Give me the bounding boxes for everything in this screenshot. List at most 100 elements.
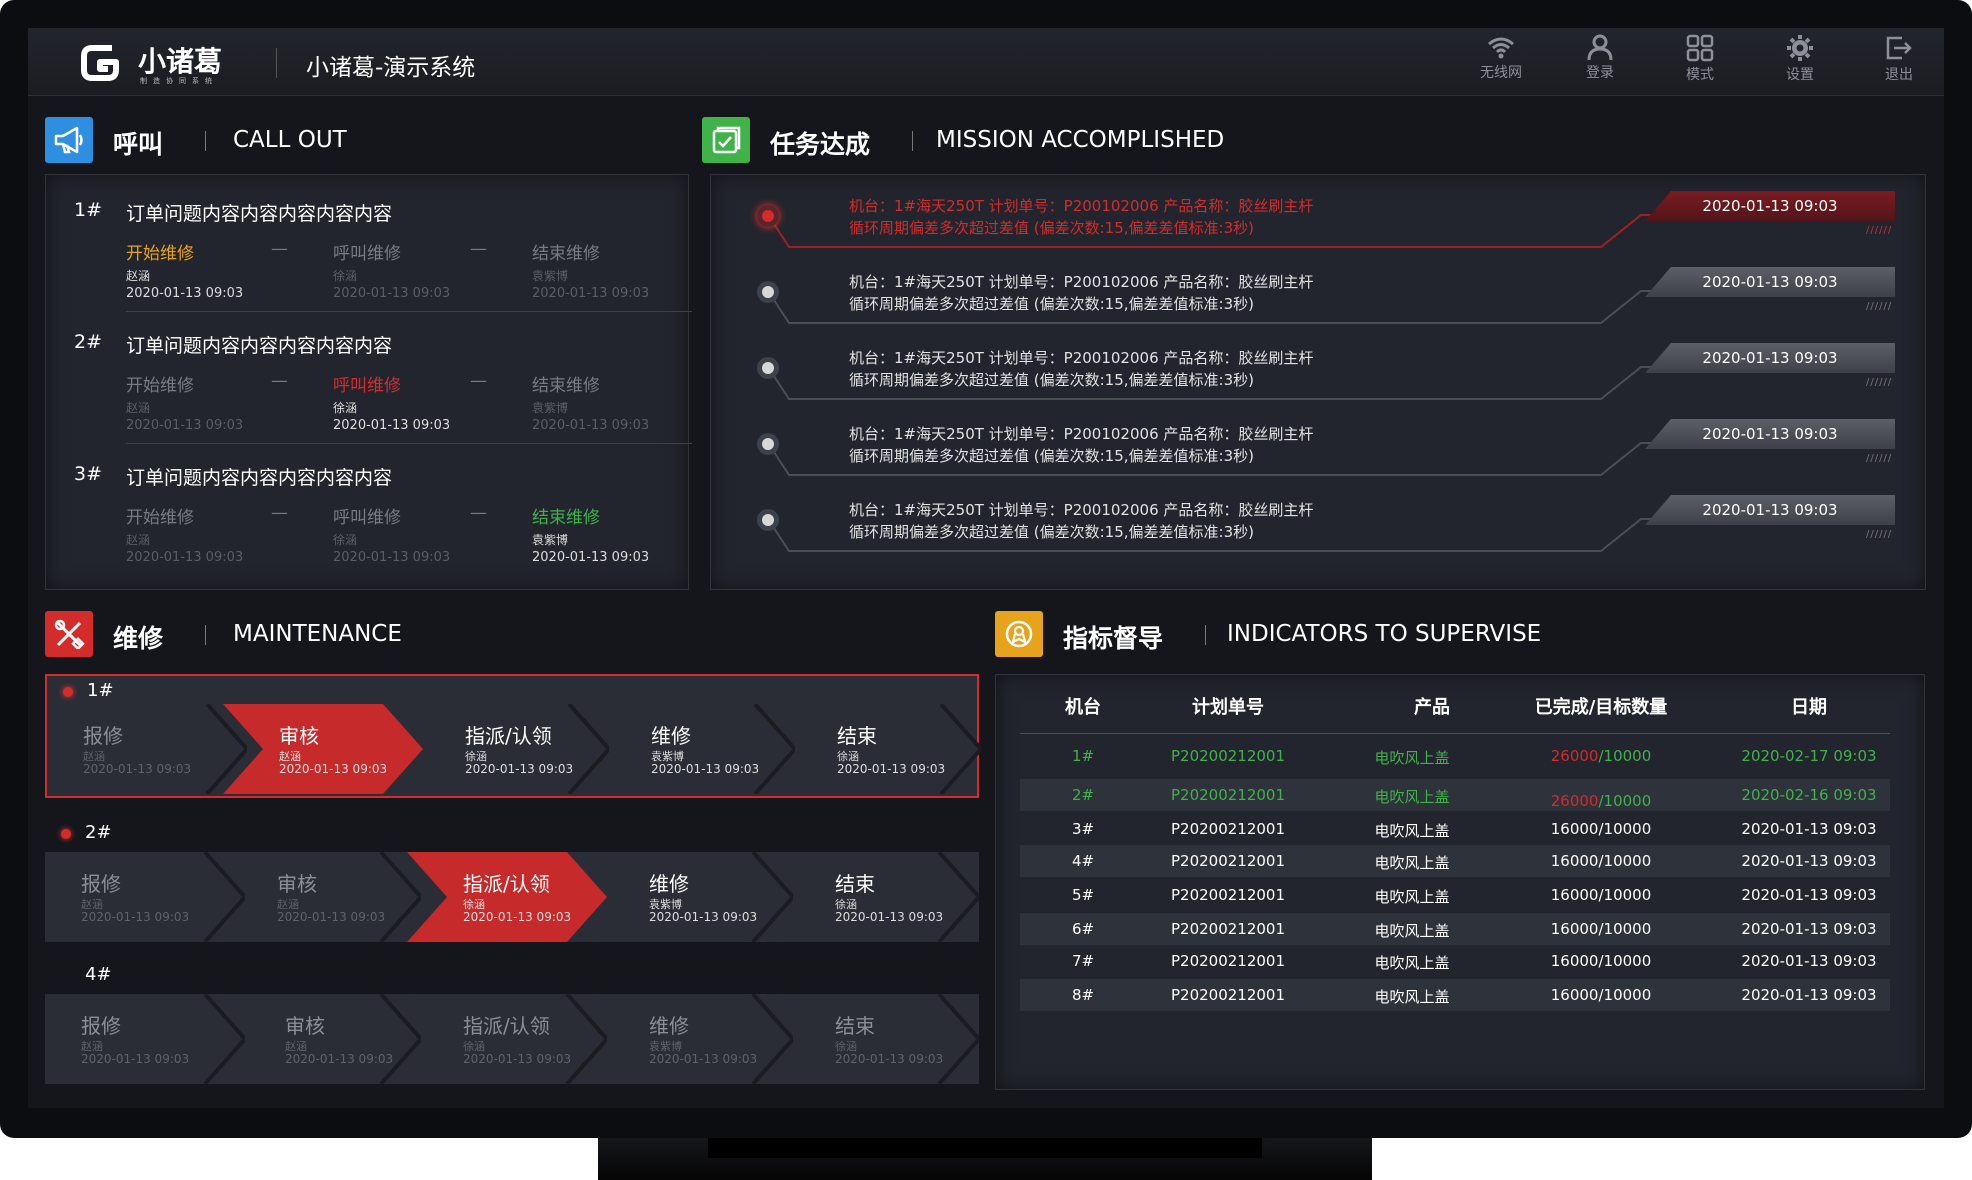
callout-item[interactable]: 1# 订单问题内容内容内容内容内容 开始维修 赵涵 2020-01-13 09:03 呼叫… — [46, 181, 692, 313]
mission-time-badge: 2020-01-13 09:03 — [1645, 495, 1895, 525]
maintenance-step: 审核 赵涵 2020-01-13 09:03 — [221, 852, 421, 942]
callout-divider — [126, 311, 692, 312]
table-row[interactable]: 4# P20200212001 电吹风上盖 16000/10000 2020-01-13… — [1020, 845, 1890, 877]
callout-step-time: 2020-01-13 09:03 — [333, 286, 451, 301]
callout-step-person: 袁紫博 — [532, 533, 569, 547]
mission-item[interactable]: 机台：1#海天250T 计划单号：P200102006 产品名称：胶丝刷主杆 循环… — [711, 489, 1921, 565]
callout-step: 结束维修 袁紫博 2020-01-13 09:03 — [532, 239, 712, 301]
quantity-target: /10000 — [1598, 820, 1652, 838]
maintenance-row[interactable]: 报修 赵涵 2020-01-13 09:03 审核 赵涵 2020-01-13 09:03… — [45, 852, 979, 942]
indicators-title-en: INDICATORS TO SUPERVISE — [1227, 621, 1542, 647]
mission-line2: 循环周期偏差多次超过差值 (偏差次数:15,偏差差值标准:3秒) — [849, 447, 1254, 465]
table-cell-date: 2020-01-13 09:03 — [1741, 852, 1877, 870]
maintenance-row-number: 4# — [85, 964, 112, 985]
mission-item[interactable]: 机台：1#海天250T 计划单号：P200102006 产品名称：胶丝刷主杆 循环… — [711, 337, 1921, 413]
table-cell-quantity: 16000/10000 — [1521, 820, 1681, 838]
mission-status-dot — [757, 281, 779, 303]
maintenance-step-time: 2020-01-13 09:03 — [835, 1052, 944, 1066]
maintenance-step-name: 报修 — [81, 1014, 121, 1038]
table-row[interactable]: 7# P20200212001 电吹风上盖 16000/10000 2020-01-13… — [1020, 945, 1890, 977]
logout-button[interactable]: 退出 — [1864, 34, 1934, 84]
maintenance-step-arrow — [221, 852, 421, 942]
maintenance-row[interactable]: 报修 赵涵 2020-01-13 09:03 审核 赵涵 2020-01-13 09:03… — [45, 704, 981, 798]
maintenance-row-label: 2# — [45, 818, 979, 848]
table-cell-machine: 5# — [1071, 886, 1095, 904]
maintenance-step: 维修 袁紫博 2020-01-13 09:03 — [593, 994, 793, 1084]
maintenance-step-arrow — [221, 994, 421, 1084]
maintenance-step-time: 2020-01-13 09:03 — [83, 762, 192, 776]
maintenance-step-name: 指派/认领 — [463, 872, 550, 896]
mission-item[interactable]: 机台：1#海天250T 计划单号：P200102006 产品名称：胶丝刷主杆 循环… — [711, 185, 1921, 261]
logout-icon — [1886, 36, 1912, 60]
mission-title-divider — [912, 131, 913, 151]
wifi-button[interactable]: 无线网 — [1466, 34, 1536, 82]
maintenance-step: 结束 徐涵 2020-01-13 09:03 — [779, 852, 979, 942]
callout-step-time: 2020-01-13 09:03 — [333, 550, 451, 565]
table-cell-quantity: 16000/10000 — [1521, 920, 1681, 938]
table-cell-product: 电吹风上盖 — [1374, 854, 1450, 872]
maintenance-step-name: 审核 — [285, 1014, 325, 1038]
maintenance-row[interactable]: 报修 赵涵 2020-01-13 09:03 审核 赵涵 2020-01-13 09:03… — [45, 994, 979, 1084]
table-cell-quantity: 26000/10000 — [1521, 747, 1681, 765]
maintenance-step: 审核 赵涵 2020-01-13 09:03 — [223, 704, 423, 794]
maintenance-step-name: 结束 — [835, 872, 875, 896]
table-column-header: 日期 — [1791, 697, 1827, 718]
quantity-target: /10000 — [1598, 952, 1652, 970]
table-row[interactable]: 6# P20200212001 电吹风上盖 16000/10000 2020-01-13… — [1020, 913, 1890, 945]
maintenance-step-name: 指派/认领 — [465, 724, 552, 748]
callout-index: 3# — [74, 463, 103, 485]
maintenance-title-en: MAINTENANCE — [233, 621, 402, 647]
maintenance-step-arrow — [781, 704, 981, 794]
table-row[interactable]: 5# P20200212001 电吹风上盖 16000/10000 2020-01-13… — [1020, 879, 1890, 911]
mission-line2: 循环周期偏差多次超过差值 (偏差次数:15,偏差差值标准:3秒) — [849, 295, 1254, 313]
callout-step-time: 2020-01-13 09:03 — [126, 418, 244, 433]
maintenance-step-name: 维修 — [649, 872, 689, 896]
mission-header: 任务达成 MISSION ACCOMPLISHED — [702, 117, 1302, 165]
maintenance-step: 指派/认领 徐涵 2020-01-13 09:03 — [407, 852, 607, 942]
table-cell-product: 电吹风上盖 — [1374, 954, 1450, 972]
maintenance-step-name: 结束 — [837, 724, 877, 748]
table-row[interactable]: 1# P20200212001 电吹风上盖 26000/10000 2020-02-17… — [1020, 737, 1890, 775]
monitor-stand-neck — [708, 1138, 1262, 1158]
callout-step-connector: — — [271, 239, 288, 259]
maintenance-step-arrow — [407, 852, 607, 942]
table-cell-plan: P20200212001 — [1170, 820, 1286, 838]
table-cell-date: 2020-01-13 09:03 — [1741, 986, 1877, 1004]
callout-item[interactable]: 3# 订单问题内容内容内容内容内容 开始维修 赵涵 2020-01-13 09:03 呼叫… — [46, 445, 686, 577]
settings-button[interactable]: 设置 — [1765, 34, 1835, 84]
callout-step-connector: — — [470, 371, 487, 391]
callout-item[interactable]: 2# 订单问题内容内容内容内容内容 开始维修 赵涵 2020-01-13 09:03 呼叫… — [46, 313, 692, 445]
quantity-target: /10000 — [1598, 920, 1652, 938]
callout-step-time: 2020-01-13 09:03 — [126, 550, 244, 565]
mode-button[interactable]: 模式 — [1665, 34, 1735, 84]
callout-step-connector: — — [271, 503, 288, 523]
maintenance-step-arrow — [779, 994, 979, 1084]
table-column-header: 已完成/目标数量 — [1534, 697, 1668, 718]
table-row[interactable]: 3# P20200212001 电吹风上盖 16000/10000 2020-01-13… — [1020, 813, 1890, 845]
logo-icon — [78, 40, 122, 84]
callout-step-person: 徐涵 — [333, 269, 358, 283]
callout-index: 2# — [74, 331, 103, 353]
mission-item[interactable]: 机台：1#海天250T 计划单号：P200102006 产品名称：胶丝刷主杆 循环… — [711, 261, 1921, 337]
mission-item[interactable]: 机台：1#海天250T 计划单号：P200102006 产品名称：胶丝刷主杆 循环… — [711, 413, 1921, 489]
table-cell-machine: 3# — [1071, 820, 1095, 838]
indicators-header: 指标督导 INDICATORS TO SUPERVISE — [995, 611, 1695, 659]
table-cell-product: 电吹风上盖 — [1374, 788, 1450, 806]
table-cell-product: 电吹风上盖 — [1374, 922, 1450, 940]
table-cell-plan: P20200212001 — [1170, 852, 1286, 870]
quantity-target: /10000 — [1598, 792, 1652, 810]
callout-title: 订单问题内容内容内容内容内容 — [126, 467, 393, 489]
table-row[interactable]: 8# P20200212001 电吹风上盖 16000/10000 2020-01-13… — [1020, 979, 1890, 1011]
mission-decor-dots: ////// — [1866, 225, 1893, 236]
maintenance-step-time: 2020-01-13 09:03 — [835, 910, 944, 924]
table-column-header: 机台 — [1065, 697, 1101, 718]
callout-step-name: 结束维修 — [532, 376, 600, 396]
table-header-divider — [1020, 733, 1890, 734]
maintenance-step-time: 2020-01-13 09:03 — [463, 910, 572, 924]
tools-icon — [45, 611, 93, 657]
logo-subtitle: 制造协同系统 — [140, 77, 218, 85]
login-button[interactable]: 登录 — [1565, 34, 1635, 82]
table-row[interactable]: 2# P20200212001 电吹风上盖 26000/10000 2020-02-16… — [1020, 779, 1890, 811]
table-cell-machine: 7# — [1071, 952, 1095, 970]
system-title: 小诸葛-演示系统 — [306, 55, 476, 81]
